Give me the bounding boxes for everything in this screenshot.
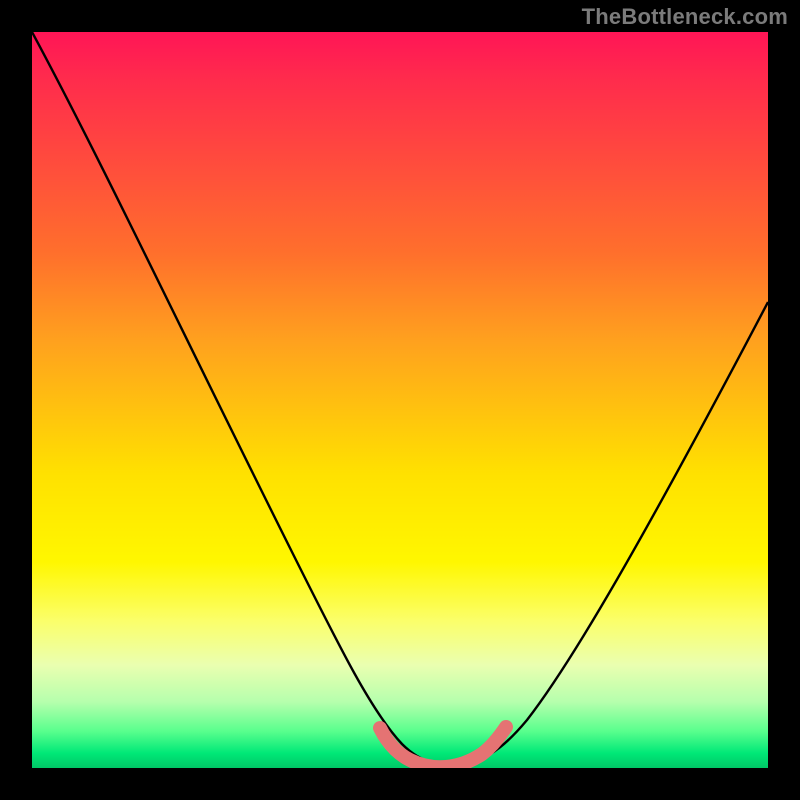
watermark-text: TheBottleneck.com: [582, 4, 788, 30]
curve-svg: [32, 32, 768, 768]
trough-highlight: [380, 727, 506, 767]
bottleneck-curve: [32, 32, 768, 763]
plot-area: [32, 32, 768, 768]
chart-frame: TheBottleneck.com: [0, 0, 800, 800]
